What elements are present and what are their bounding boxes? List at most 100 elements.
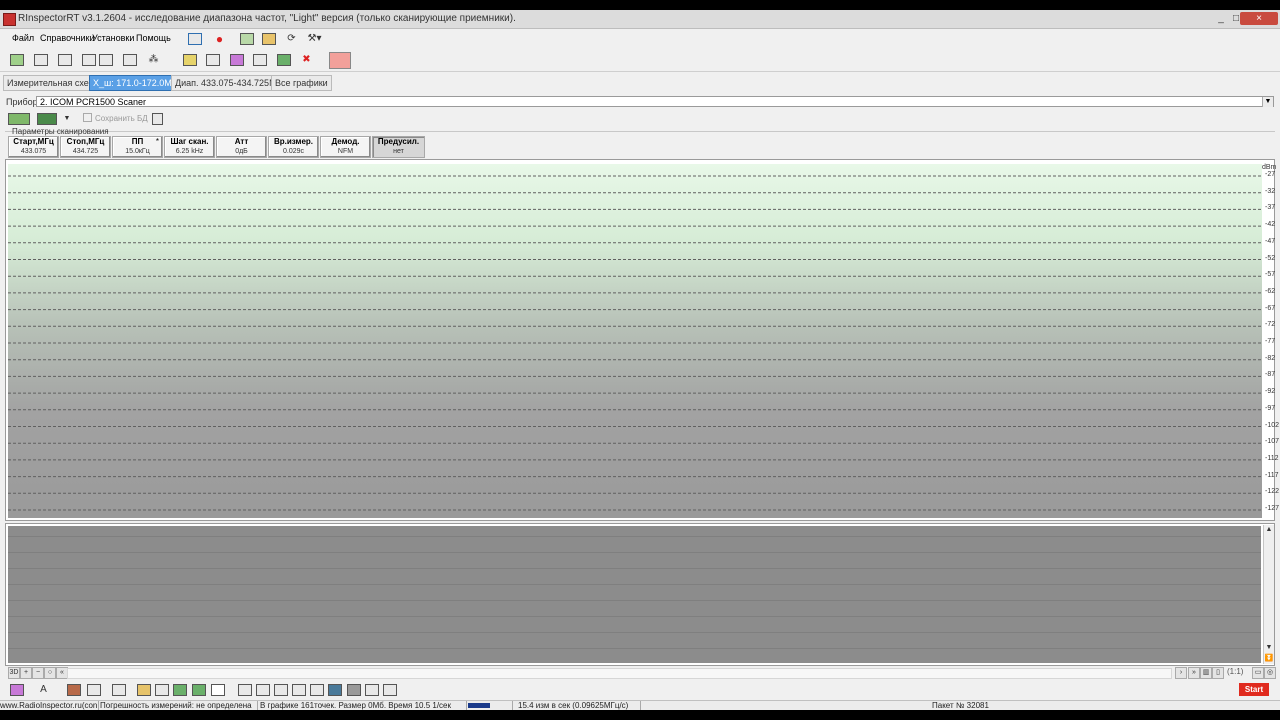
calendar-icon[interactable] <box>204 52 221 67</box>
param-meas-time-button[interactable]: Вр.измер. 0.029с <box>268 136 319 158</box>
param-bandwidth-button[interactable]: ПП 15.0кГц * <box>112 136 163 158</box>
y-tick-label: -107 <box>1265 438 1280 446</box>
param-stop-value: 434.725 <box>72 148 99 155</box>
menu-file[interactable]: Файл <box>12 33 34 43</box>
marker-icon[interactable] <box>8 682 25 697</box>
play-icon[interactable] <box>186 31 203 46</box>
waterfall-scrollbar[interactable]: ▲ ▼ ⏬ <box>1263 525 1274 664</box>
y-tick-label: -122 <box>1265 488 1280 496</box>
menu-settings[interactable]: Установки <box>92 33 134 43</box>
spectrum-3-icon[interactable] <box>272 682 289 697</box>
link-icon[interactable] <box>181 52 198 67</box>
param-stop-button[interactable]: Стоп,МГц 434.725 <box>60 136 111 158</box>
tree-icon[interactable]: ⁂ <box>145 52 162 67</box>
grid-icon[interactable] <box>80 52 97 67</box>
text-color-icon[interactable]: A <box>35 682 52 697</box>
map-icon[interactable] <box>275 52 292 67</box>
export-icon[interactable] <box>260 31 277 46</box>
spectrum-plot[interactable] <box>8 164 1262 518</box>
table-view-icon[interactable] <box>153 682 170 697</box>
waterfall-view-icon[interactable] <box>190 682 207 697</box>
table-icon[interactable] <box>97 52 114 67</box>
scroll-up-icon[interactable]: ▲ <box>1264 525 1274 535</box>
tools-dropdown-icon[interactable]: ⚒▾ <box>306 31 323 46</box>
device-select[interactable]: 2. ICOM PCR1500 Scaner ▼ <box>36 96 1274 107</box>
image-icon[interactable] <box>326 682 343 697</box>
spectrum-color-icon[interactable] <box>329 52 351 69</box>
spectrum-4-icon[interactable] <box>290 682 307 697</box>
open-icon[interactable] <box>32 52 49 67</box>
param-step-label: Шаг скан. <box>170 137 209 146</box>
spectrum-view-icon[interactable] <box>238 31 255 46</box>
filter-icon[interactable] <box>85 682 102 697</box>
status-separator <box>98 701 99 710</box>
menu-help[interactable]: Помощь <box>136 33 171 43</box>
y-tick-label: -47 <box>1265 237 1276 245</box>
save-db-checkbox[interactable]: Сохранить БД <box>83 113 148 123</box>
param-start-button[interactable]: Старт,МГц 433.075 <box>8 136 59 158</box>
edit-icon[interactable] <box>363 682 380 697</box>
copy-icon[interactable] <box>149 111 166 126</box>
spectrum-1-icon[interactable] <box>236 682 253 697</box>
param-demod-button[interactable]: Демод. NFM <box>320 136 371 158</box>
spectrum-panel: dBm -27 -32 -37 -42 -47 -52 -57 -62 -67 -72 -77 -82… <box>5 159 1279 521</box>
blank-view-icon[interactable] <box>209 682 226 697</box>
param-preamp-button[interactable]: Предусил. нет <box>372 136 425 158</box>
scan-settings-icon[interactable] <box>6 111 32 126</box>
zoom-reset-icon[interactable]: ○ <box>44 667 56 679</box>
refresh-icon[interactable]: ⟳ <box>283 31 300 46</box>
scan-dropdown-icon[interactable]: ▼ <box>62 111 72 126</box>
status-accuracy: Погрешность измерений: не определена <box>100 701 252 710</box>
view-mode-icon[interactable]: ▭ <box>1252 667 1264 679</box>
start-button[interactable]: Start <box>1239 683 1269 696</box>
zoom-in-icon[interactable]: + <box>20 667 32 679</box>
waterfall-plot[interactable] <box>8 526 1261 663</box>
info-icon[interactable]: ◎ <box>1264 667 1276 679</box>
zoom-out-icon[interactable]: − <box>32 667 44 679</box>
param-att-button[interactable]: Атт 0дБ <box>216 136 267 158</box>
y-tick-label: -87 <box>1265 371 1276 379</box>
y-tick-label: -102 <box>1265 421 1280 429</box>
chart-view-icon[interactable] <box>171 682 188 697</box>
grid-settings-icon[interactable] <box>110 682 127 697</box>
spectrum-5-icon[interactable] <box>308 682 325 697</box>
scroll-down-icon[interactable]: ▼ <box>1264 643 1274 653</box>
menu-references[interactable]: Справочники <box>40 33 95 43</box>
chevron-down-icon[interactable]: ▼ <box>1262 97 1273 107</box>
folder-icon[interactable] <box>135 682 152 697</box>
view-fit-icon[interactable]: ▥ <box>1200 667 1212 679</box>
save-icon[interactable] <box>56 52 73 67</box>
y-tick-label: -27 <box>1265 171 1276 178</box>
book-icon[interactable] <box>65 682 82 697</box>
new-icon[interactable] <box>8 52 25 67</box>
tab-all-graphs[interactable]: Все графики <box>271 75 332 91</box>
horizontal-scroll-track[interactable] <box>67 668 1172 679</box>
device-row: Прибор: 2. ICOM PCR1500 Scaner ▼ <box>0 96 1280 110</box>
scroll-bottom-icon[interactable]: ⏬ <box>1264 654 1274 664</box>
param-att-value: 0дБ <box>235 148 248 155</box>
scan-device-icon[interactable] <box>35 111 59 126</box>
scroll-end-icon[interactable]: » <box>1188 667 1200 679</box>
status-rate: 15.4 изм в сек (0.09625МГц/с) <box>518 701 629 710</box>
y-tick-label: -117 <box>1265 471 1279 479</box>
param-start-value: 433.075 <box>20 148 47 155</box>
param-step-button[interactable]: Шаг скан. 6.25 kHz <box>164 136 215 158</box>
param-preamp-label: Предусил. <box>377 137 420 146</box>
y-tick-label: -67 <box>1265 304 1276 312</box>
record-icon[interactable]: ● <box>211 31 228 46</box>
close-button[interactable]: × <box>1240 12 1278 25</box>
spectrum-2-icon[interactable] <box>254 682 271 697</box>
chart-icon[interactable] <box>228 52 245 67</box>
columns-icon[interactable] <box>251 52 268 67</box>
view-split-icon[interactable]: ▯ <box>1212 667 1224 679</box>
view-3d-icon[interactable]: 3D <box>8 667 20 679</box>
waterfall-row <box>8 536 1261 537</box>
waterfall-row <box>8 616 1261 617</box>
delete-icon[interactable]: ✖ <box>298 52 315 67</box>
device-select-value: 2. ICOM PCR1500 Scaner <box>40 97 147 107</box>
y-tick-label: -127 <box>1265 505 1280 512</box>
document-icon[interactable] <box>121 52 138 67</box>
antenna-icon[interactable] <box>345 682 362 697</box>
scroll-right-icon[interactable]: › <box>1175 667 1187 679</box>
pencil-icon[interactable] <box>381 682 398 697</box>
